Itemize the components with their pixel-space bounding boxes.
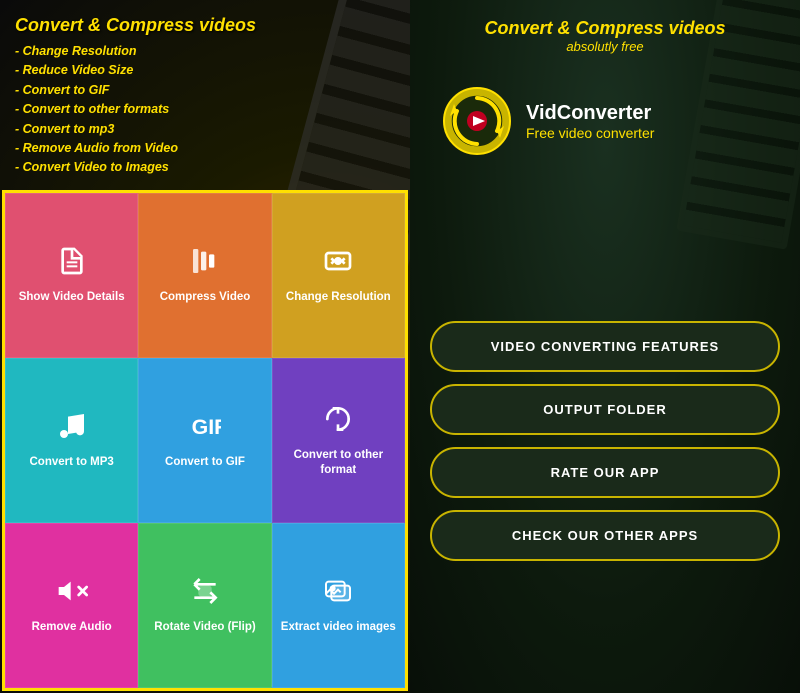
right-title: Convert & Compress videos — [425, 18, 785, 39]
gif-icon: GIF — [189, 410, 221, 449]
remove-audio-icon — [56, 575, 88, 614]
extract-icon — [322, 575, 354, 614]
feature-item: Remove Audio from Video — [15, 139, 395, 158]
resolution-label: Change Resolution — [286, 290, 391, 305]
grid-cell-resolution[interactable]: Change Resolution — [272, 193, 405, 358]
app-card: VidConverter Free video converter — [430, 74, 780, 168]
rotate-icon — [189, 575, 221, 614]
compress-icon — [189, 245, 221, 284]
feature-item: Convert Video to Images — [15, 158, 395, 177]
grid-cell-other[interactable]: Convert to other format — [272, 358, 405, 523]
gif-label: Convert to GIF — [165, 455, 245, 470]
grid-cell-remove-audio[interactable]: Remove Audio — [5, 523, 138, 688]
grid-cell-show-video[interactable]: Show Video Details — [5, 193, 138, 358]
feature-item: Reduce Video Size — [15, 61, 395, 80]
grid-cell-gif[interactable]: GIF Convert to GIF — [138, 358, 271, 523]
feature-item: Convert to GIF — [15, 81, 395, 100]
right-subtitle: absolutly free — [425, 39, 785, 54]
resolution-icon — [322, 245, 354, 284]
mp3-label: Convert to MP3 — [29, 455, 113, 470]
app-info: VidConverter Free video converter — [526, 102, 654, 141]
extract-label: Extract video images — [281, 620, 396, 635]
other-apps-button[interactable]: CHECK OUR OTHER APPS — [430, 510, 780, 561]
features-list: Change ResolutionReduce Video SizeConver… — [15, 42, 395, 178]
left-panel: Convert & Compress videos Change Resolut… — [0, 0, 410, 693]
output-folder-button[interactable]: OUTPUT FOLDER — [430, 384, 780, 435]
app-name: VidConverter — [526, 102, 654, 125]
rotate-label: Rotate Video (Flip) — [154, 620, 255, 635]
left-header: Convert & Compress videos Change Resolut… — [0, 0, 410, 188]
right-panel: Convert & Compress videos absolutly free… — [410, 0, 800, 693]
other-label: Convert to other format — [277, 448, 400, 478]
show-video-label: Show Video Details — [19, 290, 125, 305]
feature-item: Change Resolution — [15, 42, 395, 61]
app-logo-icon — [442, 86, 512, 156]
video-converting-button[interactable]: VIDEO CONVERTING FEATURES — [430, 321, 780, 372]
rate-app-button[interactable]: RATE OUR APP — [430, 447, 780, 498]
mp3-icon — [56, 410, 88, 449]
feature-item: Convert to mp3 — [15, 120, 395, 139]
feature-item: Convert to other formats — [15, 100, 395, 119]
grid-cell-extract[interactable]: Extract video images — [272, 523, 405, 688]
features-grid: Show Video Details Compress Video Change R… — [2, 190, 408, 691]
show-video-icon — [56, 245, 88, 284]
other-icon — [322, 403, 354, 442]
app-tagline: Free video converter — [526, 125, 654, 141]
right-header: Convert & Compress videos absolutly free — [410, 0, 800, 64]
grid-cell-rotate[interactable]: Rotate Video (Flip) — [138, 523, 271, 688]
remove-audio-label: Remove Audio — [32, 620, 112, 635]
grid-cell-mp3[interactable]: Convert to MP3 — [5, 358, 138, 523]
left-title: Convert & Compress videos — [15, 15, 395, 36]
svg-text:GIF: GIF — [192, 415, 221, 439]
menu-buttons: VIDEO CONVERTING FEATURES OUTPUT FOLDER RA… — [410, 188, 800, 693]
compress-label: Compress Video — [160, 290, 251, 305]
grid-cell-compress[interactable]: Compress Video — [138, 193, 271, 358]
